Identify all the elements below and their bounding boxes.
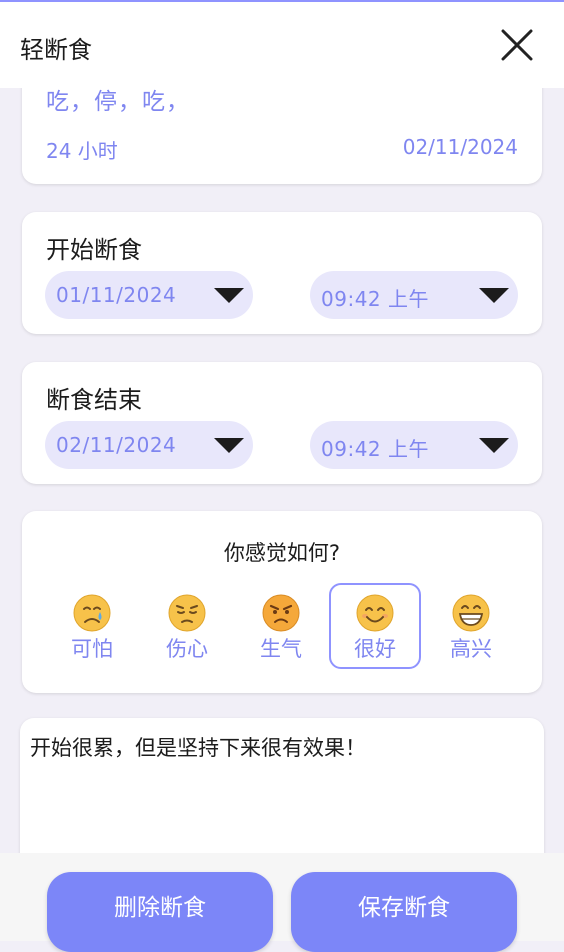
dropdown-arrow-icon — [479, 288, 509, 303]
end-fast-card: 断食结束 02/11/2024 09:42 上午 — [22, 362, 542, 484]
crying-face-icon — [73, 594, 111, 632]
close-button[interactable] — [492, 20, 542, 70]
page-title: 轻断食 — [20, 36, 92, 64]
angry-face-icon — [262, 594, 300, 632]
start-fast-card: 开始断食 01/11/2024 09:42 上午 — [22, 212, 542, 334]
save-fast-label: 保存断食 — [358, 895, 450, 921]
delete-fast-button[interactable]: 删除断食 — [47, 872, 273, 952]
end-time-dropdown[interactable]: 09:42 上午 — [310, 421, 518, 469]
mood-label: 伤心 — [166, 637, 208, 661]
notes-text: 开始很累，但是坚持下来很有效果！ — [30, 736, 366, 760]
mood-question: 你感觉如何? — [223, 541, 341, 565]
mood-label: 生气 — [260, 637, 302, 661]
dropdown-arrow-icon — [479, 438, 509, 453]
mood-card: 你感觉如何? 可怕 伤心 生气 很好 高兴 — [22, 511, 542, 693]
end-time-value: 09:42 上午 — [321, 437, 429, 461]
start-time-value: 09:42 上午 — [321, 287, 429, 311]
mood-label: 高兴 — [450, 637, 492, 661]
dropdown-arrow-icon — [214, 288, 244, 303]
grinning-face-icon — [452, 594, 490, 632]
pensive-face-icon — [168, 594, 206, 632]
start-time-dropdown[interactable]: 09:42 上午 — [310, 271, 518, 319]
fast-date: 02/11/2024 — [402, 135, 518, 159]
mood-label: 可怕 — [71, 637, 113, 661]
start-fast-title: 开始断食 — [46, 236, 142, 264]
close-icon — [501, 29, 533, 61]
mood-label: 很好 — [354, 637, 396, 661]
mood-option-good[interactable]: 很好 — [329, 583, 421, 669]
mood-option-terrible[interactable]: 可怕 — [46, 583, 138, 669]
mood-option-sad[interactable]: 伤心 — [141, 583, 233, 669]
app-header: 轻断食 — [0, 2, 564, 88]
action-bar: 删除断食 保存断食 — [0, 853, 564, 952]
mood-option-happy[interactable]: 高兴 — [425, 583, 517, 669]
mood-option-angry[interactable]: 生气 — [235, 583, 327, 669]
start-date-value: 01/11/2024 — [56, 283, 177, 307]
start-date-dropdown[interactable]: 01/11/2024 — [45, 271, 253, 319]
end-fast-title: 断食结束 — [46, 386, 142, 414]
delete-fast-label: 删除断食 — [114, 895, 206, 921]
fast-duration: 24 小时 — [46, 139, 118, 163]
dropdown-arrow-icon — [214, 438, 244, 453]
save-fast-button[interactable]: 保存断食 — [291, 872, 517, 952]
end-date-value: 02/11/2024 — [56, 433, 177, 457]
smiling-face-icon — [356, 594, 394, 632]
end-date-dropdown[interactable]: 02/11/2024 — [45, 421, 253, 469]
